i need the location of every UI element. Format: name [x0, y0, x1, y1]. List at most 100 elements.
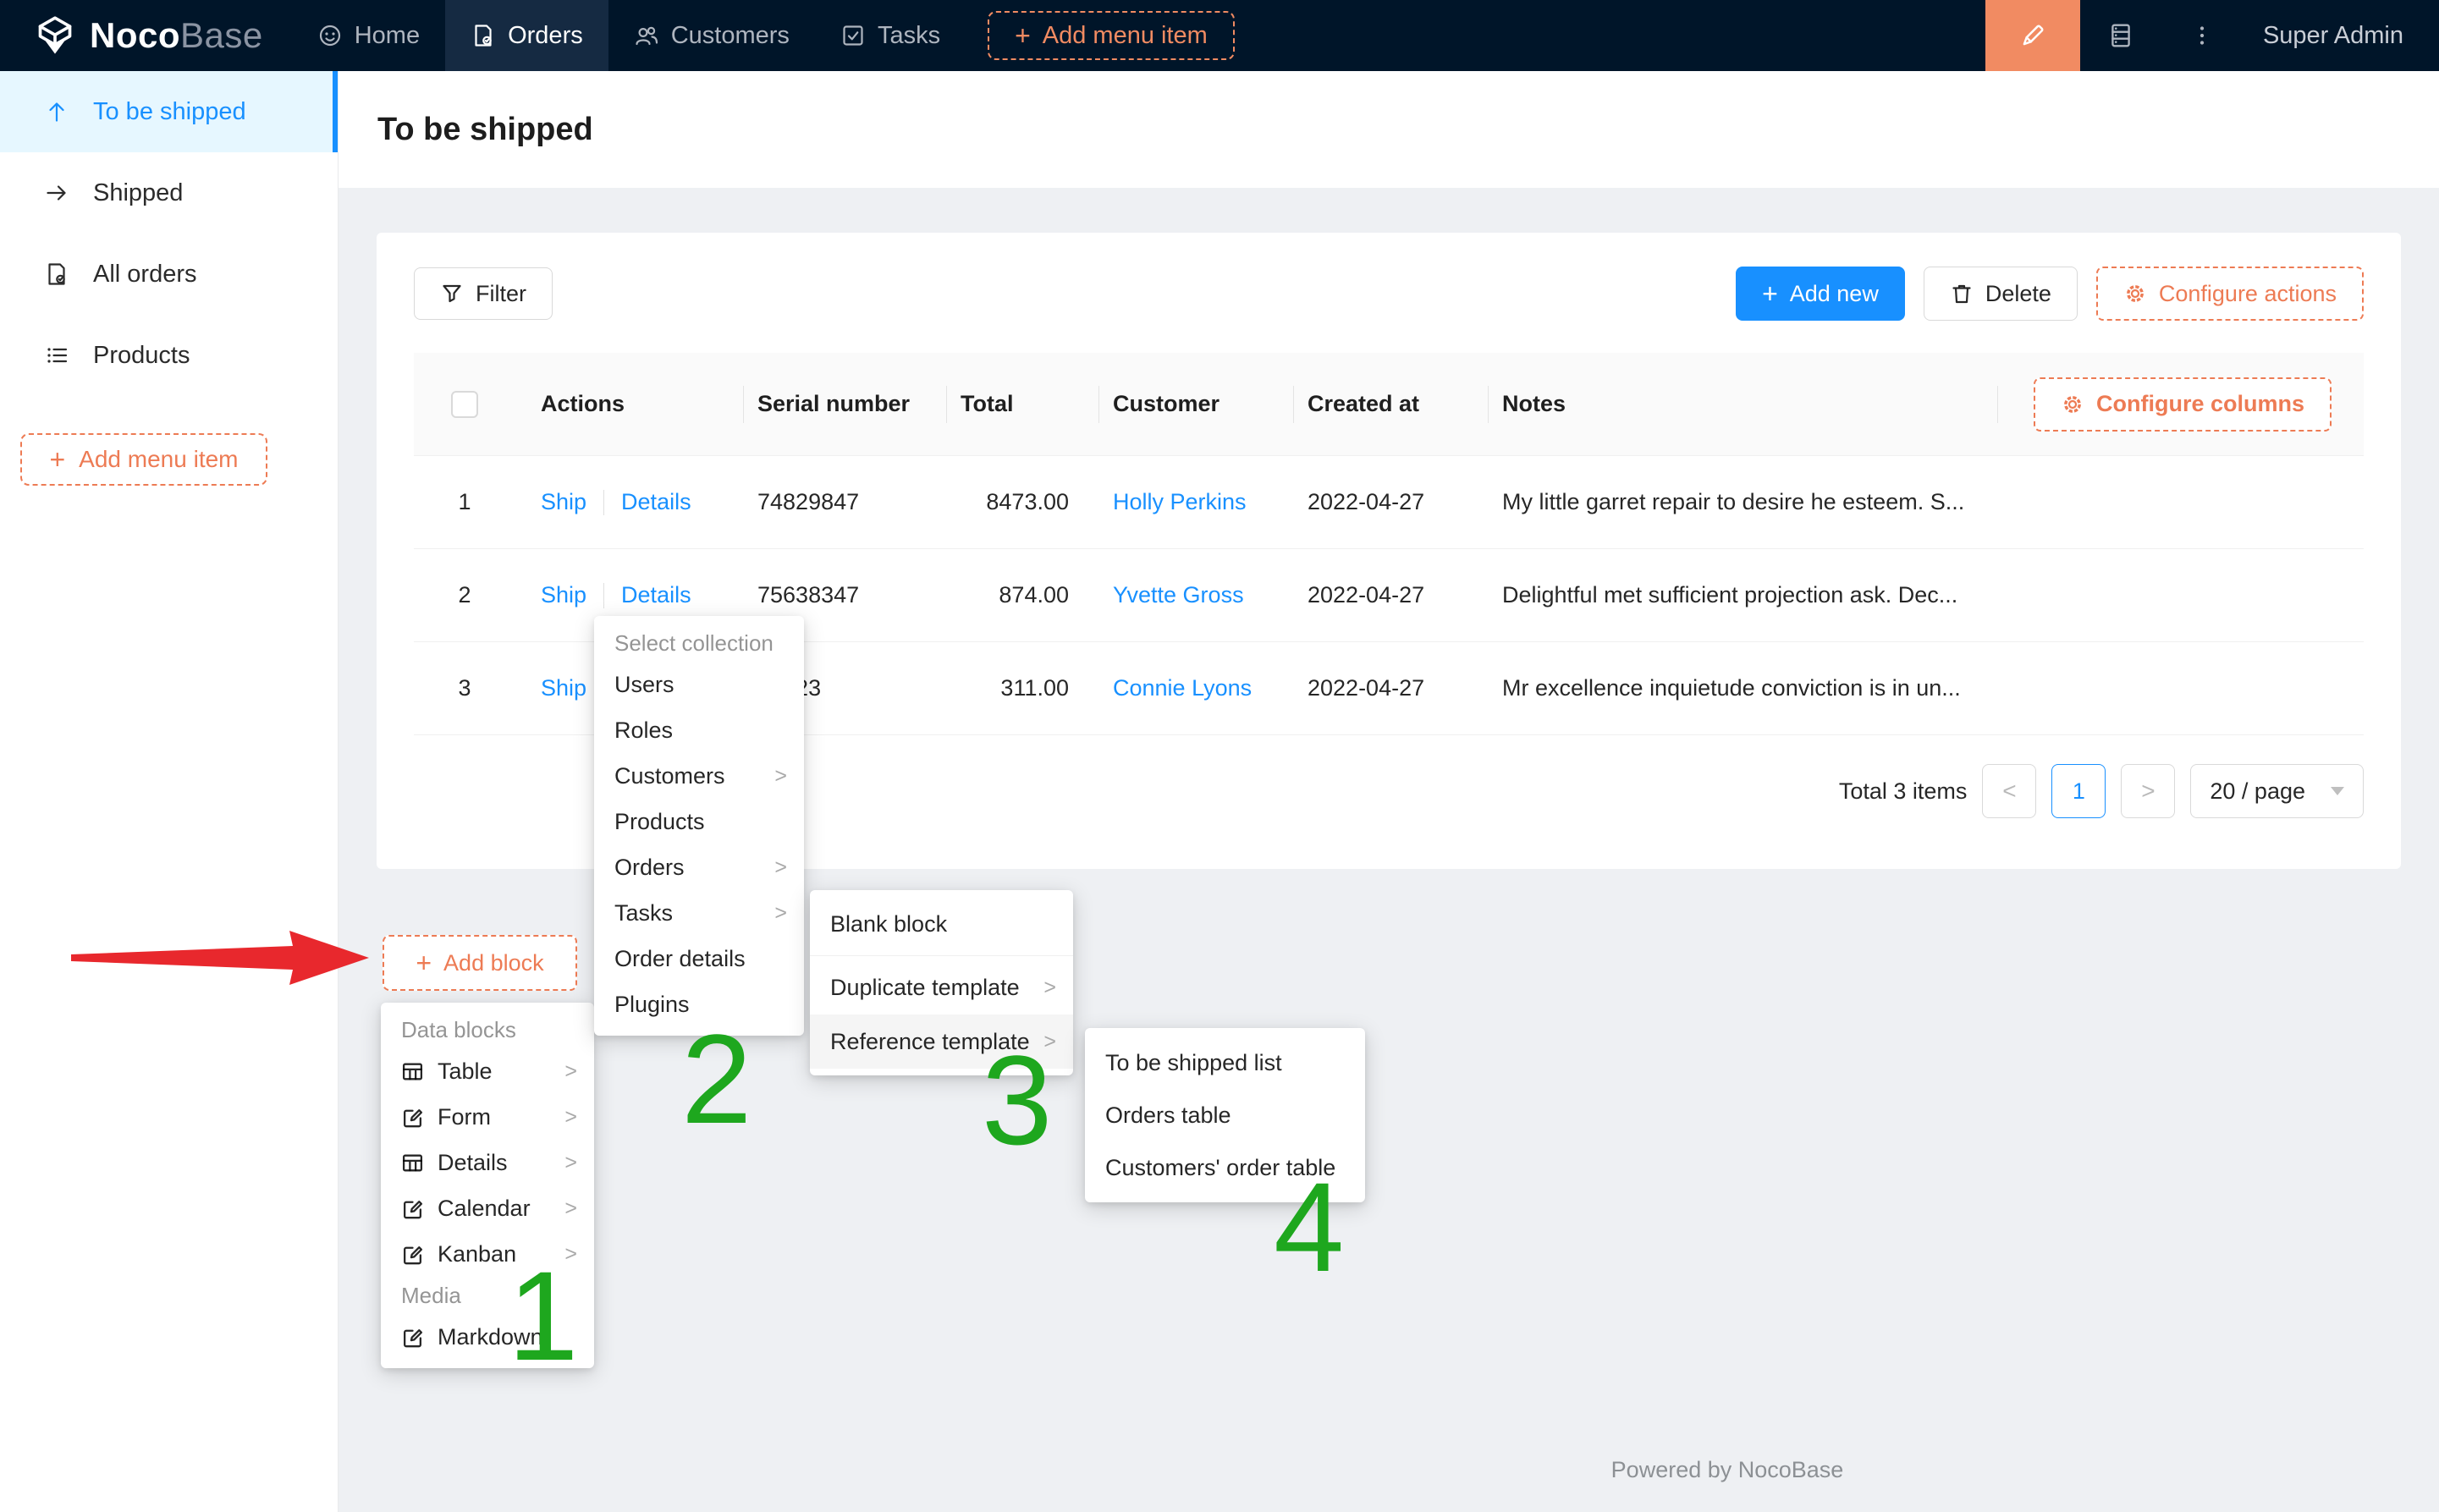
sidebar-item-products[interactable]: Products	[0, 315, 338, 396]
menu-item-customers[interactable]: Customers>	[594, 753, 804, 799]
ui-editor-button[interactable]	[1985, 0, 2080, 71]
gear-icon	[2061, 393, 2084, 416]
ship-link[interactable]: Ship	[541, 675, 586, 701]
table-grid-icon	[401, 1060, 424, 1083]
configure-actions-button[interactable]: Configure actions	[2096, 267, 2364, 321]
customer-link[interactable]: Yvette Gross	[1113, 582, 1244, 608]
menu-item-label: Calendar	[438, 1196, 531, 1222]
arrow-up-icon	[44, 99, 69, 124]
annotation-step-4: 4	[1274, 1163, 1344, 1290]
menu-item-orders-table[interactable]: Orders table	[1085, 1089, 1365, 1141]
nav-item-home[interactable]: Home	[292, 0, 445, 71]
customer-link[interactable]: Connie Lyons	[1113, 675, 1252, 701]
column-header-customer[interactable]: Customer	[1099, 353, 1294, 455]
prev-page-button[interactable]: <	[1982, 764, 2036, 818]
details-link[interactable]: Details	[621, 489, 691, 515]
form-icon	[401, 1326, 424, 1349]
menu-item-label: Duplicate template	[830, 975, 1020, 1001]
delete-button[interactable]: Delete	[1924, 267, 2078, 321]
column-header-actions[interactable]: Actions	[515, 353, 744, 455]
page-1-button[interactable]: 1	[2051, 764, 2106, 818]
row-index: 1	[414, 456, 515, 548]
collections-icon-button[interactable]	[2080, 0, 2161, 71]
column-header-created-at[interactable]: Created at	[1294, 353, 1489, 455]
filter-button[interactable]: Filter	[414, 267, 553, 320]
menu-item-blank-block[interactable]: Blank block	[810, 897, 1073, 951]
page-size-select[interactable]: 20 / page	[2190, 764, 2364, 818]
nav-add-menu-item-button[interactable]: + Add menu item	[988, 11, 1235, 60]
customer-cell: Holly Perkins	[1099, 456, 1294, 548]
customer-link[interactable]: Holly Perkins	[1113, 489, 1247, 515]
chevron-right-icon: >	[774, 764, 787, 789]
notes-cell: My little garret repair to desire he est…	[1489, 456, 1998, 548]
total-cell: 874.00	[947, 549, 1099, 641]
nocobase-logo[interactable]: NocoBase	[0, 14, 292, 57]
nav-item-orders[interactable]: Orders	[445, 0, 608, 71]
menu-item-order-details[interactable]: Order details	[594, 936, 804, 981]
menu-item-label: Orders table	[1105, 1102, 1231, 1129]
chevron-right-icon: >	[774, 901, 787, 926]
menu-item-to-be-shipped-list[interactable]: To be shipped list	[1085, 1036, 1365, 1089]
nav-item-label: Home	[355, 22, 420, 50]
more-menu-button[interactable]	[2161, 0, 2243, 71]
next-page-button[interactable]: >	[2121, 764, 2175, 818]
add-new-button[interactable]: + Add new	[1736, 267, 1905, 321]
notes-cell: Mr excellence inquietude conviction is i…	[1489, 642, 1998, 734]
nav-item-label: Tasks	[878, 22, 940, 50]
menu-item-users[interactable]: Users	[594, 662, 804, 707]
chevron-right-icon: >	[564, 1105, 577, 1130]
sidebar-add-menu-item-label: Add menu item	[79, 446, 238, 473]
customer-cell: Yvette Gross	[1099, 549, 1294, 641]
chevron-right-icon: >	[774, 855, 787, 880]
add-new-button-label: Add new	[1790, 281, 1879, 307]
sidebar-item-label: Products	[93, 342, 190, 370]
annotation-step-2: 2	[681, 1015, 752, 1142]
action-divider	[603, 583, 604, 608]
ship-link[interactable]: Ship	[541, 582, 586, 608]
menu-item-details[interactable]: Details >	[381, 1140, 594, 1185]
ship-link[interactable]: Ship	[541, 489, 586, 515]
add-block-button[interactable]: + Add block	[383, 935, 577, 991]
menu-item-form[interactable]: Form >	[381, 1094, 594, 1140]
delete-button-label: Delete	[1985, 281, 2051, 307]
nav-item-tasks[interactable]: Tasks	[815, 0, 966, 71]
column-header-total[interactable]: Total	[947, 353, 1099, 455]
nav-item-customers[interactable]: Customers	[608, 0, 815, 71]
chevron-right-icon: >	[564, 1059, 577, 1084]
filter-button-label: Filter	[476, 281, 526, 307]
chevron-right-icon: >	[2141, 778, 2155, 805]
database-icon	[2107, 22, 2134, 49]
sidebar-item-to-be-shipped[interactable]: To be shipped	[0, 71, 338, 152]
menu-item-label: Table	[438, 1058, 493, 1085]
sidebar-add-menu-item-button[interactable]: + Add menu item	[20, 433, 267, 486]
menu-item-tasks[interactable]: Tasks>	[594, 890, 804, 936]
select-all-checkbox[interactable]	[451, 391, 478, 418]
menu-item-duplicate-template[interactable]: Duplicate template>	[810, 960, 1073, 1014]
sidebar-item-all-orders[interactable]: All orders	[0, 234, 338, 315]
details-link[interactable]: Details	[621, 582, 691, 608]
empty-cell	[1998, 549, 2364, 641]
menu-item-orders[interactable]: Orders>	[594, 844, 804, 890]
sidebar-item-label: To be shipped	[93, 98, 246, 126]
menu-item-label: To be shipped list	[1105, 1050, 1282, 1076]
menu-item-calendar[interactable]: Calendar >	[381, 1185, 594, 1231]
column-header-serial-number[interactable]: Serial number	[744, 353, 947, 455]
form-icon	[401, 1243, 424, 1266]
list-icon	[44, 343, 69, 368]
nav-item-label: Customers	[671, 22, 790, 50]
row-actions-cell: Ship Details	[515, 456, 744, 548]
logo-cube-icon	[34, 14, 76, 57]
form-icon	[401, 1197, 424, 1220]
menu-item-products[interactable]: Products	[594, 799, 804, 844]
created-at-cell: 2022-04-27	[1294, 642, 1489, 734]
filter-icon	[440, 282, 464, 305]
plus-icon: +	[49, 446, 65, 473]
customer-cell: Connie Lyons	[1099, 642, 1294, 734]
nocobase-app: NocoBase Home Orders	[0, 0, 2439, 1512]
menu-item-roles[interactable]: Roles	[594, 707, 804, 753]
configure-columns-button[interactable]: Configure columns	[2034, 377, 2332, 432]
menu-item-table[interactable]: Table >	[381, 1048, 594, 1094]
column-header-notes[interactable]: Notes	[1489, 353, 1998, 455]
sidebar-item-shipped[interactable]: Shipped	[0, 152, 338, 234]
user-menu[interactable]: Super Admin	[2243, 22, 2439, 50]
